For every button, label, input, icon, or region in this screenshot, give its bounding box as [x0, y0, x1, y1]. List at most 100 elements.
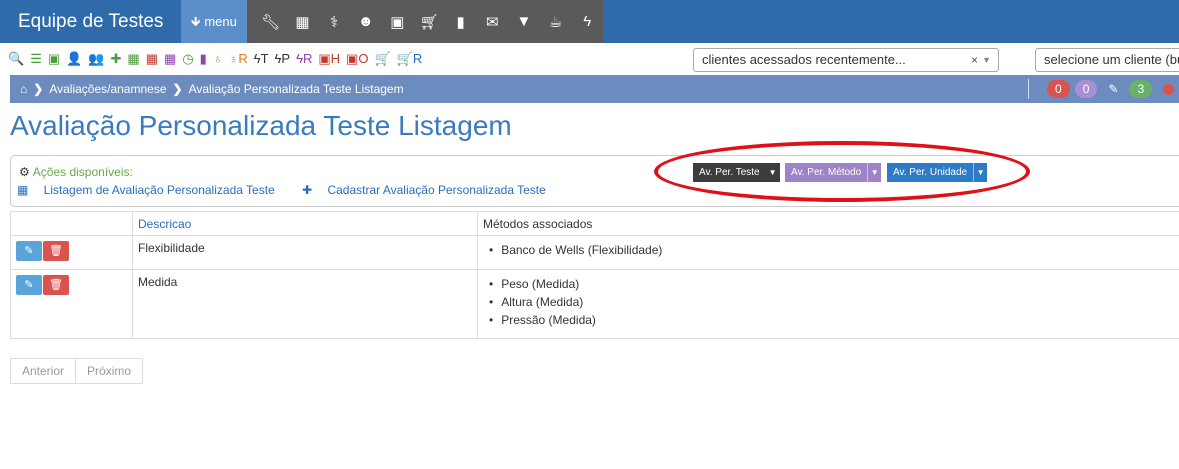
- quick-icon-15[interactable]: ϟR: [296, 51, 312, 67]
- quick-icon-11[interactable]: ♁: [213, 51, 223, 67]
- purple-count-badge[interactable]: 0: [1074, 80, 1098, 98]
- pencil-icon[interactable]: ✎: [1108, 82, 1118, 96]
- edit-button[interactable]: ✎: [16, 275, 42, 295]
- row-metodos: Peso (Medida) Altura (Medida) Pressão (M…: [477, 269, 1179, 339]
- edit-button[interactable]: ✎: [16, 241, 42, 261]
- envelope-icon[interactable]: ✉: [476, 13, 508, 31]
- actions-links: ▦ Listagem de Avaliação Personalizada Te…: [17, 183, 570, 197]
- list-link[interactable]: ▦ Listagem de Avaliação Personalizada Te…: [17, 183, 287, 197]
- quick-icon-9[interactable]: ◷: [182, 51, 193, 67]
- quick-icon-19[interactable]: 🛒R: [397, 51, 423, 67]
- recent-clients-select[interactable]: clientes acessados recentemente... × ▼: [693, 48, 999, 72]
- wrench-icon[interactable]: 🔧︎: [255, 13, 287, 31]
- table-icon: ▦: [17, 183, 32, 197]
- list-link-text: Listagem de Avaliação Personalizada Test…: [43, 183, 275, 197]
- chevron-right-icon: ❯: [172, 82, 183, 96]
- green-count-badge[interactable]: 3: [1129, 80, 1153, 98]
- quick-icon-10[interactable]: ▮: [200, 51, 207, 67]
- row-descricao: Medida: [132, 269, 478, 339]
- quick-icon-8[interactable]: ▦: [164, 51, 176, 67]
- breadcrumb-bar: ⌂ ❯ Avaliações/anamnese ❯ Avaliação Personal…: [10, 75, 1179, 103]
- table-row: ✎ 🗑︎ Flexibilidade Banco de Wells (Flexib…: [10, 235, 1179, 270]
- coffee-icon[interactable]: ☕︎: [540, 13, 572, 31]
- quick-toolbar: 🔍 ☰ ▣ 👤 👥 ✚ ▦ ▦ ▦ ◷ ▮ ♁ ♁R ϟT ϟP ϟR ▣H ▣O 🛒 🛒R clientes ace…: [0, 43, 1179, 75]
- delete-button[interactable]: 🗑︎: [43, 241, 69, 261]
- quick-icon-14[interactable]: ϟP: [275, 51, 291, 67]
- menu-button[interactable]: 🡻 menu: [181, 0, 247, 43]
- money-icon[interactable]: ▣: [382, 13, 414, 31]
- breadcrumb: ⌂ ❯ Avaliações/anamnese ❯ Avaliação Personal…: [20, 75, 410, 103]
- edit-icon: ✎: [24, 245, 34, 257]
- page-title: Avaliação Personalizada Teste Listagem: [10, 110, 512, 141]
- clear-icon[interactable]: ×: [971, 49, 978, 71]
- list-item: Banco de Wells (Flexibilidade): [483, 241, 1179, 259]
- quick-icon-12[interactable]: ♁R: [229, 51, 248, 67]
- list-item: Altura (Medida): [483, 293, 1179, 311]
- calendar-icon[interactable]: ▦: [287, 13, 319, 31]
- prev-button[interactable]: Anterior: [10, 358, 77, 384]
- quick-icon-16[interactable]: ▣H: [318, 51, 340, 67]
- methods-list: Peso (Medida) Altura (Medida) Pressão (M…: [483, 275, 1179, 329]
- status-dot-icon: [1163, 83, 1175, 95]
- create-link-text: Cadastrar Avaliação Personalizada Teste: [327, 183, 546, 197]
- bolt-icon[interactable]: ϟ: [571, 13, 603, 30]
- quick-icon-13[interactable]: ϟT: [254, 51, 269, 67]
- row-descricao: Flexibilidade: [132, 235, 478, 270]
- quick-icon-7[interactable]: ▦: [146, 51, 158, 67]
- client-search-select[interactable]: selecione um cliente (bus: [1035, 48, 1179, 72]
- actions-title-text: Ações disponíveis:: [32, 165, 133, 179]
- users-icon[interactable]: ☻: [350, 13, 382, 30]
- quick-icons: 🔍 ☰ ▣ 👤 👥 ✚ ▦ ▦ ▦ ◷ ▮ ♁ ♁R ϟT ϟP ϟR ▣H ▣O 🛒 🛒R: [8, 51, 422, 67]
- top-navbar: Equipe de Testes 🡻 menu 🔧︎ ▦ ⚕ ☻ ▣ 🛒︎ ▮ ✉…: [0, 0, 1179, 43]
- row-metodos: Banco de Wells (Flexibilidade): [477, 235, 1179, 270]
- file-icon[interactable]: ▮: [445, 13, 477, 31]
- header-metodos: Métodos associados: [477, 211, 1179, 236]
- home-icon[interactable]: ⌂: [20, 82, 27, 96]
- create-link[interactable]: ✚ Cadastrar Avaliação Personalizada Test…: [302, 183, 558, 197]
- list-item: Peso (Medida): [483, 275, 1179, 293]
- quick-icon-4[interactable]: 👥: [88, 51, 104, 67]
- quick-icon-6[interactable]: ▦: [127, 51, 139, 67]
- trash-icon: 🗑︎: [49, 245, 63, 257]
- header-descricao[interactable]: Descricao: [132, 211, 478, 236]
- next-button[interactable]: Próximo: [76, 358, 144, 384]
- edit-icon: ✎: [24, 279, 34, 291]
- filter-icon[interactable]: ▼: [508, 13, 540, 30]
- quick-icon-5[interactable]: ✚: [111, 51, 122, 67]
- row-actions: ✎ 🗑︎: [10, 269, 133, 339]
- chevron-right-icon: ❯: [33, 82, 44, 96]
- recent-clients-value: clientes acessados recentemente...: [702, 52, 906, 67]
- quick-icon-18[interactable]: 🛒: [374, 51, 390, 67]
- list-item: Pressão (Medida): [483, 311, 1179, 329]
- quick-icon-3[interactable]: 👤: [66, 51, 82, 67]
- pagination: Anterior Próximo: [10, 358, 144, 384]
- methods-table: Descricao Métodos associados ✎ 🗑︎ Flexibi…: [10, 211, 1179, 339]
- highlight-ellipse: [654, 141, 1030, 202]
- quick-icon-1[interactable]: ☰: [30, 51, 42, 67]
- header-actions: [10, 211, 133, 236]
- plus-icon: ✚: [302, 183, 316, 197]
- arrow-down-icon: 🡻: [191, 14, 201, 29]
- actions-title: ⚙ Ações disponíveis:: [19, 165, 133, 179]
- quick-icon-17[interactable]: ▣O: [346, 51, 368, 67]
- client-search-placeholder: selecione um cliente (bus: [1044, 52, 1179, 67]
- delete-button[interactable]: 🗑︎: [43, 275, 69, 295]
- breadcrumb-divider: [1028, 79, 1029, 99]
- caret-down-icon: ▼: [982, 55, 991, 65]
- methods-list: Banco de Wells (Flexibilidade): [483, 241, 1179, 259]
- menu-label: menu: [204, 14, 237, 29]
- red-count-badge[interactable]: 0: [1047, 80, 1070, 98]
- notification-badges: 0 0 ✎ 3 a: [1047, 80, 1179, 98]
- cart-icon[interactable]: 🛒︎: [413, 13, 445, 31]
- top-icon-bar: 🔧︎ ▦ ⚕ ☻ ▣ 🛒︎ ▮ ✉ ▼ ☕︎ ϟ: [247, 0, 603, 43]
- quick-icon-2[interactable]: ▣: [48, 51, 60, 67]
- brand-title[interactable]: Equipe de Testes: [0, 0, 181, 43]
- table-header-row: Descricao Métodos associados: [10, 211, 1179, 236]
- trash-icon: 🗑︎: [49, 279, 63, 291]
- breadcrumb-item-current: Avaliação Personalizada Teste Listagem: [188, 82, 404, 96]
- quick-icon-0[interactable]: 🔍: [8, 51, 24, 67]
- breadcrumb-item-avaliacoes[interactable]: Avaliações/anamnese: [49, 82, 166, 96]
- stethoscope-icon[interactable]: ⚕: [318, 13, 350, 31]
- row-actions: ✎ 🗑︎: [10, 235, 133, 270]
- gears-icon: ⚙: [19, 165, 30, 179]
